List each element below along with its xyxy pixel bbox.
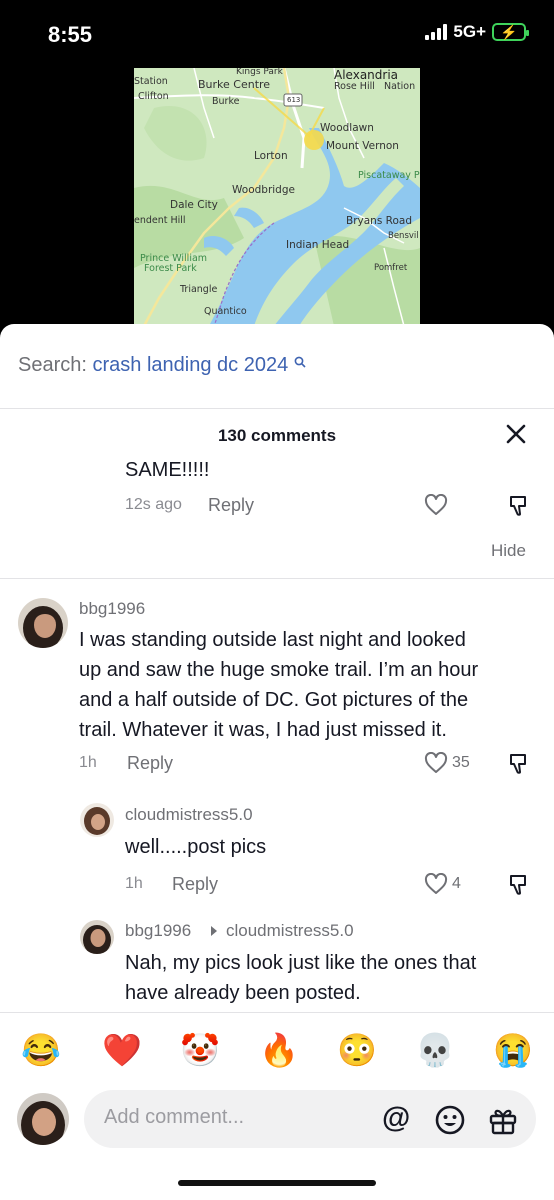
map-label-piscataway: Piscataway P [358, 170, 420, 181]
comment-text-line: I was standing outside last night and lo… [79, 629, 466, 651]
dislike-icon[interactable] [508, 494, 530, 518]
map-label-rose-hill: Rose Hill [334, 81, 375, 92]
divider [0, 578, 554, 579]
emoji-icon[interactable] [434, 1104, 466, 1136]
comment-time: 12s ago [125, 496, 182, 513]
like-count: 35 [452, 754, 470, 771]
signal-icon [425, 24, 448, 40]
emoji-button[interactable]: 😂 [21, 1034, 61, 1066]
comment-text-line: have already been posted. [125, 982, 361, 1004]
emoji-button[interactable]: 😭 [493, 1034, 533, 1066]
comments-count-title: 130 comments [217, 426, 337, 445]
comment-partial: SAME!!!!! [0, 454, 554, 478]
dislike-icon[interactable] [508, 873, 530, 897]
map-label-woodlawn: Woodlawn [320, 122, 374, 134]
map-label-endent-hill: endent Hill [134, 215, 186, 226]
reply-button[interactable]: Reply [127, 753, 173, 774]
map-graphic [134, 68, 420, 326]
search-icon [294, 356, 306, 368]
emoji-button[interactable]: ❤️ [102, 1034, 142, 1066]
comment-text: SAME!!!!! [125, 459, 210, 478]
avatar[interactable] [80, 803, 114, 837]
map-label-alexandria: Alexandria [334, 68, 399, 82]
comment-time: 1h [125, 875, 143, 892]
heart-icon[interactable] [424, 873, 448, 895]
reply-arrow-icon [211, 926, 217, 936]
close-icon[interactable] [504, 422, 528, 446]
emoji-button[interactable]: 😳 [337, 1034, 377, 1066]
emoji-button[interactable]: 💀 [415, 1034, 455, 1066]
map-label-dale-city: Dale City [170, 199, 218, 211]
search-query[interactable]: crash landing dc 2024 [93, 354, 289, 376]
comment-username[interactable]: cloudmistress5.0 [125, 805, 253, 825]
map-label-station: Station [134, 76, 168, 87]
status-bar: 8:55 5G+ ⚡ [0, 0, 554, 64]
map-label-burke: Burke [212, 96, 240, 107]
map-label-indian-head: Indian Head [286, 239, 350, 251]
map-view[interactable]: Station Clifton Burke Centre Burke Kings… [134, 68, 420, 326]
search-suggestion[interactable]: Search: crash landing dc 2024 [18, 354, 306, 377]
map-label-forest-park: Forest Park [144, 263, 197, 274]
divider [0, 1012, 554, 1013]
map-label-clifton: Clifton [138, 91, 169, 102]
avatar[interactable] [18, 598, 68, 648]
map-label-lorton: Lorton [254, 150, 288, 162]
map-label-woodbridge: Woodbridge [232, 184, 295, 196]
comment-text: well.....post pics [125, 836, 267, 858]
reply-button[interactable]: Reply [172, 874, 218, 895]
battery-icon: ⚡ [492, 23, 529, 41]
home-indicator [178, 1180, 376, 1186]
map-label-burke-centre: Burke Centre [198, 78, 271, 91]
comment-input[interactable]: Add comment... @ [84, 1090, 536, 1148]
status-indicators: 5G+ ⚡ [425, 22, 529, 42]
map-label-bensvil: Bensvil [388, 231, 419, 241]
network-type: 5G+ [453, 22, 486, 41]
heart-icon[interactable] [424, 494, 448, 516]
comment-text-line: up and saw the huge smoke trail. I’m an … [79, 659, 479, 681]
dislike-icon[interactable] [508, 752, 530, 776]
mention-icon[interactable]: @ [382, 1102, 410, 1135]
like-count: 4 [452, 875, 461, 892]
map-label-triangle: Triangle [180, 284, 218, 295]
map-label-pomfret: Pomfret [374, 263, 408, 273]
divider [0, 408, 554, 409]
emoji-button[interactable]: 🤡 [180, 1034, 220, 1066]
comment-input-placeholder: Add comment... [104, 1106, 245, 1128]
map-route-label: 613 [287, 96, 301, 104]
map-label-kings-park: Kings Park [236, 68, 283, 77]
map-label-nation: Nation [384, 81, 416, 92]
charging-icon: ⚡ [500, 24, 518, 40]
comment-username[interactable]: bbg1996 [125, 921, 191, 941]
comment-text-line: Nah, my pics look just like the ones tha… [125, 952, 477, 974]
reply-to-username[interactable]: cloudmistress5.0 [226, 921, 354, 941]
search-prefix: Search: [18, 354, 87, 376]
avatar[interactable] [80, 920, 114, 954]
my-avatar[interactable] [17, 1093, 69, 1145]
emoji-button[interactable]: 🔥 [259, 1034, 299, 1066]
comment-text-line: trail. Whatever it was, I had just misse… [79, 719, 447, 741]
heart-icon[interactable] [424, 752, 448, 774]
comment-time: 1h [79, 754, 97, 771]
hide-button[interactable]: Hide [491, 541, 526, 561]
comment-username[interactable]: bbg1996 [79, 599, 145, 619]
comment-text-line: and a half outside of DC. Got pictures o… [79, 689, 469, 711]
map-label-quantico: Quantico [204, 306, 247, 317]
emoji-quick-bar: 😂 ❤️ 🤡 🔥 😳 💀 😭 [0, 1014, 554, 1086]
gift-icon[interactable] [487, 1104, 519, 1136]
map-label-bryans-road: Bryans Road [346, 215, 412, 227]
map-label-mount-vernon: Mount Vernon [326, 140, 399, 152]
reply-button[interactable]: Reply [208, 495, 254, 516]
clock: 8:55 [48, 22, 93, 47]
